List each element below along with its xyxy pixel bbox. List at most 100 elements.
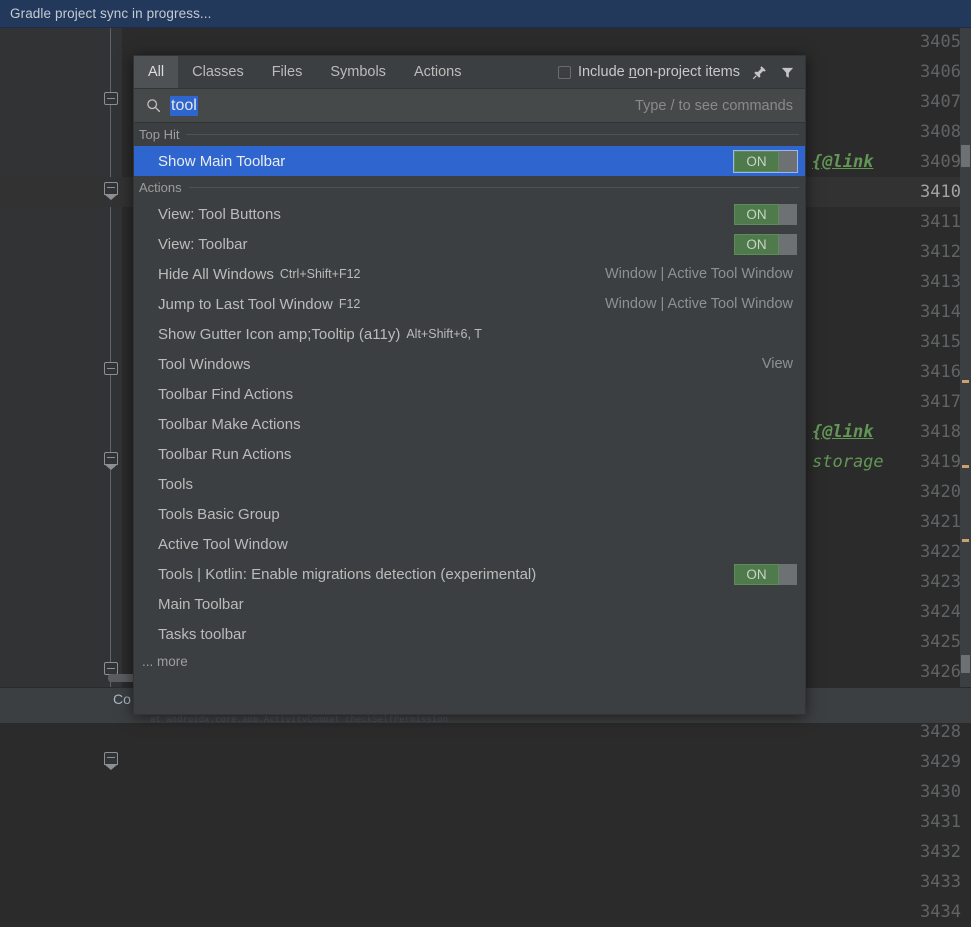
result-row-toggle[interactable]: ON xyxy=(734,233,797,255)
result-row-shortcut: Ctrl+Shift+F12 xyxy=(279,267,361,281)
result-row[interactable]: Show Gutter Icon amp;Tooltip (a11y) Alt+S… xyxy=(134,319,805,349)
result-row[interactable]: Show Main Toolbar ON xyxy=(134,146,805,176)
checkbox-label-pre: Include xyxy=(577,64,629,80)
toggle-knob xyxy=(779,203,797,225)
toggle-knob xyxy=(779,150,797,172)
marker-warning-1[interactable] xyxy=(962,380,969,383)
editor-gutter xyxy=(0,27,100,687)
result-row[interactable]: Toolbar Find Actions xyxy=(134,379,805,409)
search-everywhere-popup[interactable]: All Classes Files Symbols Actions Include no… xyxy=(133,55,806,715)
result-row[interactable]: Tools Basic Group xyxy=(134,499,805,529)
result-row-label: Main Toolbar xyxy=(158,595,244,613)
tab-label: Actions xyxy=(413,64,462,80)
result-row[interactable]: View: Toolbar ON xyxy=(134,229,805,259)
result-row-label: Tools | Kotlin: Enable migrations detect… xyxy=(158,565,537,583)
result-row-label: Tasks toolbar xyxy=(158,625,247,643)
checkbox-label-mnemonic: n xyxy=(628,64,637,80)
toggle-state-label: ON xyxy=(734,150,779,172)
result-row-label: View: Toolbar xyxy=(158,235,248,253)
result-group-header: Actions xyxy=(134,176,805,199)
result-row[interactable]: Toolbar Make Actions xyxy=(134,409,805,439)
popup-tab-bar[interactable]: All Classes Files Symbols Actions Include no… xyxy=(134,56,805,89)
search-input-row[interactable]: tool Type / to see commands xyxy=(134,89,805,123)
result-row-toggle[interactable]: ON xyxy=(734,563,797,585)
result-row-label: Show Gutter Icon amp;Tooltip (a11y) xyxy=(158,325,401,343)
result-row-label: Toolbar Find Actions xyxy=(158,385,294,403)
group-divider xyxy=(188,187,799,188)
fold-marker-open[interactable] xyxy=(104,362,118,375)
group-divider xyxy=(186,134,799,135)
pin-icon[interactable] xyxy=(750,63,768,81)
toggle-knob xyxy=(779,233,797,255)
search-input[interactable]: tool xyxy=(170,95,198,116)
result-row-label: Show Main Toolbar xyxy=(158,152,286,170)
line-number[interactable]: 3434 xyxy=(920,897,961,927)
tab-label: All xyxy=(148,64,165,80)
tab-label: Files xyxy=(271,64,303,80)
editor-fold-column[interactable] xyxy=(100,27,122,687)
result-row-shortcut: F12 xyxy=(338,297,361,311)
more-results-link[interactable]: ... more xyxy=(134,649,805,673)
search-icon xyxy=(146,98,161,113)
result-row-toggle[interactable]: ON xyxy=(733,149,798,173)
scrollbar-thumb[interactable] xyxy=(961,145,970,167)
code-line-3410-link[interactable]: {@link xyxy=(812,147,873,177)
marker-warning-2[interactable] xyxy=(962,465,969,468)
filter-icon[interactable] xyxy=(778,63,796,81)
line-number[interactable]: 3429 xyxy=(920,747,961,777)
tab-actions[interactable]: Actions xyxy=(400,56,476,88)
result-row[interactable]: View: Tool Buttons ON xyxy=(134,199,805,229)
checkbox-label-post: on-project items xyxy=(636,64,740,80)
code-line-3419-link[interactable]: {@link xyxy=(812,417,873,447)
result-row-label: View: Tool Buttons xyxy=(158,205,281,223)
result-row-group-path: View xyxy=(761,356,793,372)
line-number[interactable]: 3433 xyxy=(920,867,961,897)
result-row-label: Jump to Last Tool Window xyxy=(158,295,333,313)
result-row[interactable]: Main Toolbar xyxy=(134,589,805,619)
tab-files[interactable]: Files xyxy=(258,56,317,88)
bottom-console-text: at androidx.core.app.ActivityCompat chec… xyxy=(150,715,449,722)
result-row-label: Tools xyxy=(158,475,194,493)
tab-classes[interactable]: Classes xyxy=(178,56,258,88)
result-row[interactable]: Jump to Last Tool Window F12 Window | Acti… xyxy=(134,289,805,319)
tab-all[interactable]: All xyxy=(134,56,179,88)
popup-tabbar-controls[interactable]: Include non-project items xyxy=(557,56,805,88)
fold-marker-open[interactable] xyxy=(104,92,118,105)
result-row[interactable]: Toolbar Run Actions xyxy=(134,439,805,469)
result-row[interactable]: Tasks toolbar xyxy=(134,619,805,649)
result-group-title: Actions xyxy=(139,180,182,195)
result-row-label: Active Tool Window xyxy=(158,535,288,553)
result-row[interactable]: Tools xyxy=(134,469,805,499)
result-row-group-path: Window | Active Tool Window xyxy=(604,296,793,312)
editor-marker-scrollbar[interactable] xyxy=(960,27,971,687)
result-row[interactable]: Active Tool Window xyxy=(134,529,805,559)
result-group-header: Top Hit xyxy=(134,123,805,146)
line-number[interactable]: 3431 xyxy=(920,807,961,837)
result-row[interactable]: Tools | Kotlin: Enable migrations detect… xyxy=(134,559,805,589)
checkbox-label: Include non-project items xyxy=(578,64,740,80)
result-row[interactable]: Tool Windows View xyxy=(134,349,805,379)
result-row-label: Toolbar Run Actions xyxy=(158,445,292,463)
include-non-project-items-checkbox[interactable]: Include non-project items xyxy=(557,64,740,80)
fold-marker-end[interactable] xyxy=(104,182,118,200)
result-row-label: Hide All Windows xyxy=(158,265,274,283)
fold-marker-end[interactable] xyxy=(104,752,118,770)
fold-marker-end[interactable] xyxy=(104,452,118,470)
result-row-group-path: Window | Active Tool Window xyxy=(604,266,793,282)
result-row[interactable]: Hide All Windows Ctrl+Shift+F12 Window | A… xyxy=(134,259,805,289)
marker-warning-3[interactable] xyxy=(962,539,969,542)
code-line-3405: * @see android.app.SearchManager xyxy=(158,27,588,82)
scrollbar-thumb-2[interactable] xyxy=(961,655,970,673)
bottom-tab-label[interactable]: Co xyxy=(113,691,131,707)
code-line-3420-text: storage xyxy=(812,452,884,472)
tab-symbols[interactable]: Symbols xyxy=(316,56,400,88)
search-results-list[interactable]: Top Hit Show Main Toolbar ON Actions View: T… xyxy=(134,123,805,714)
line-number[interactable]: 3430 xyxy=(920,777,961,807)
result-row-shortcut: Alt+Shift+6, T xyxy=(406,327,482,341)
checkbox-box[interactable] xyxy=(557,65,571,79)
tab-label: Symbols xyxy=(330,64,386,80)
window-title-bar: Gradle project sync in progress... xyxy=(0,0,971,28)
sync-status-text: Gradle project sync in progress... xyxy=(10,6,212,21)
result-row-toggle[interactable]: ON xyxy=(734,203,797,225)
line-number[interactable]: 3432 xyxy=(920,837,961,867)
